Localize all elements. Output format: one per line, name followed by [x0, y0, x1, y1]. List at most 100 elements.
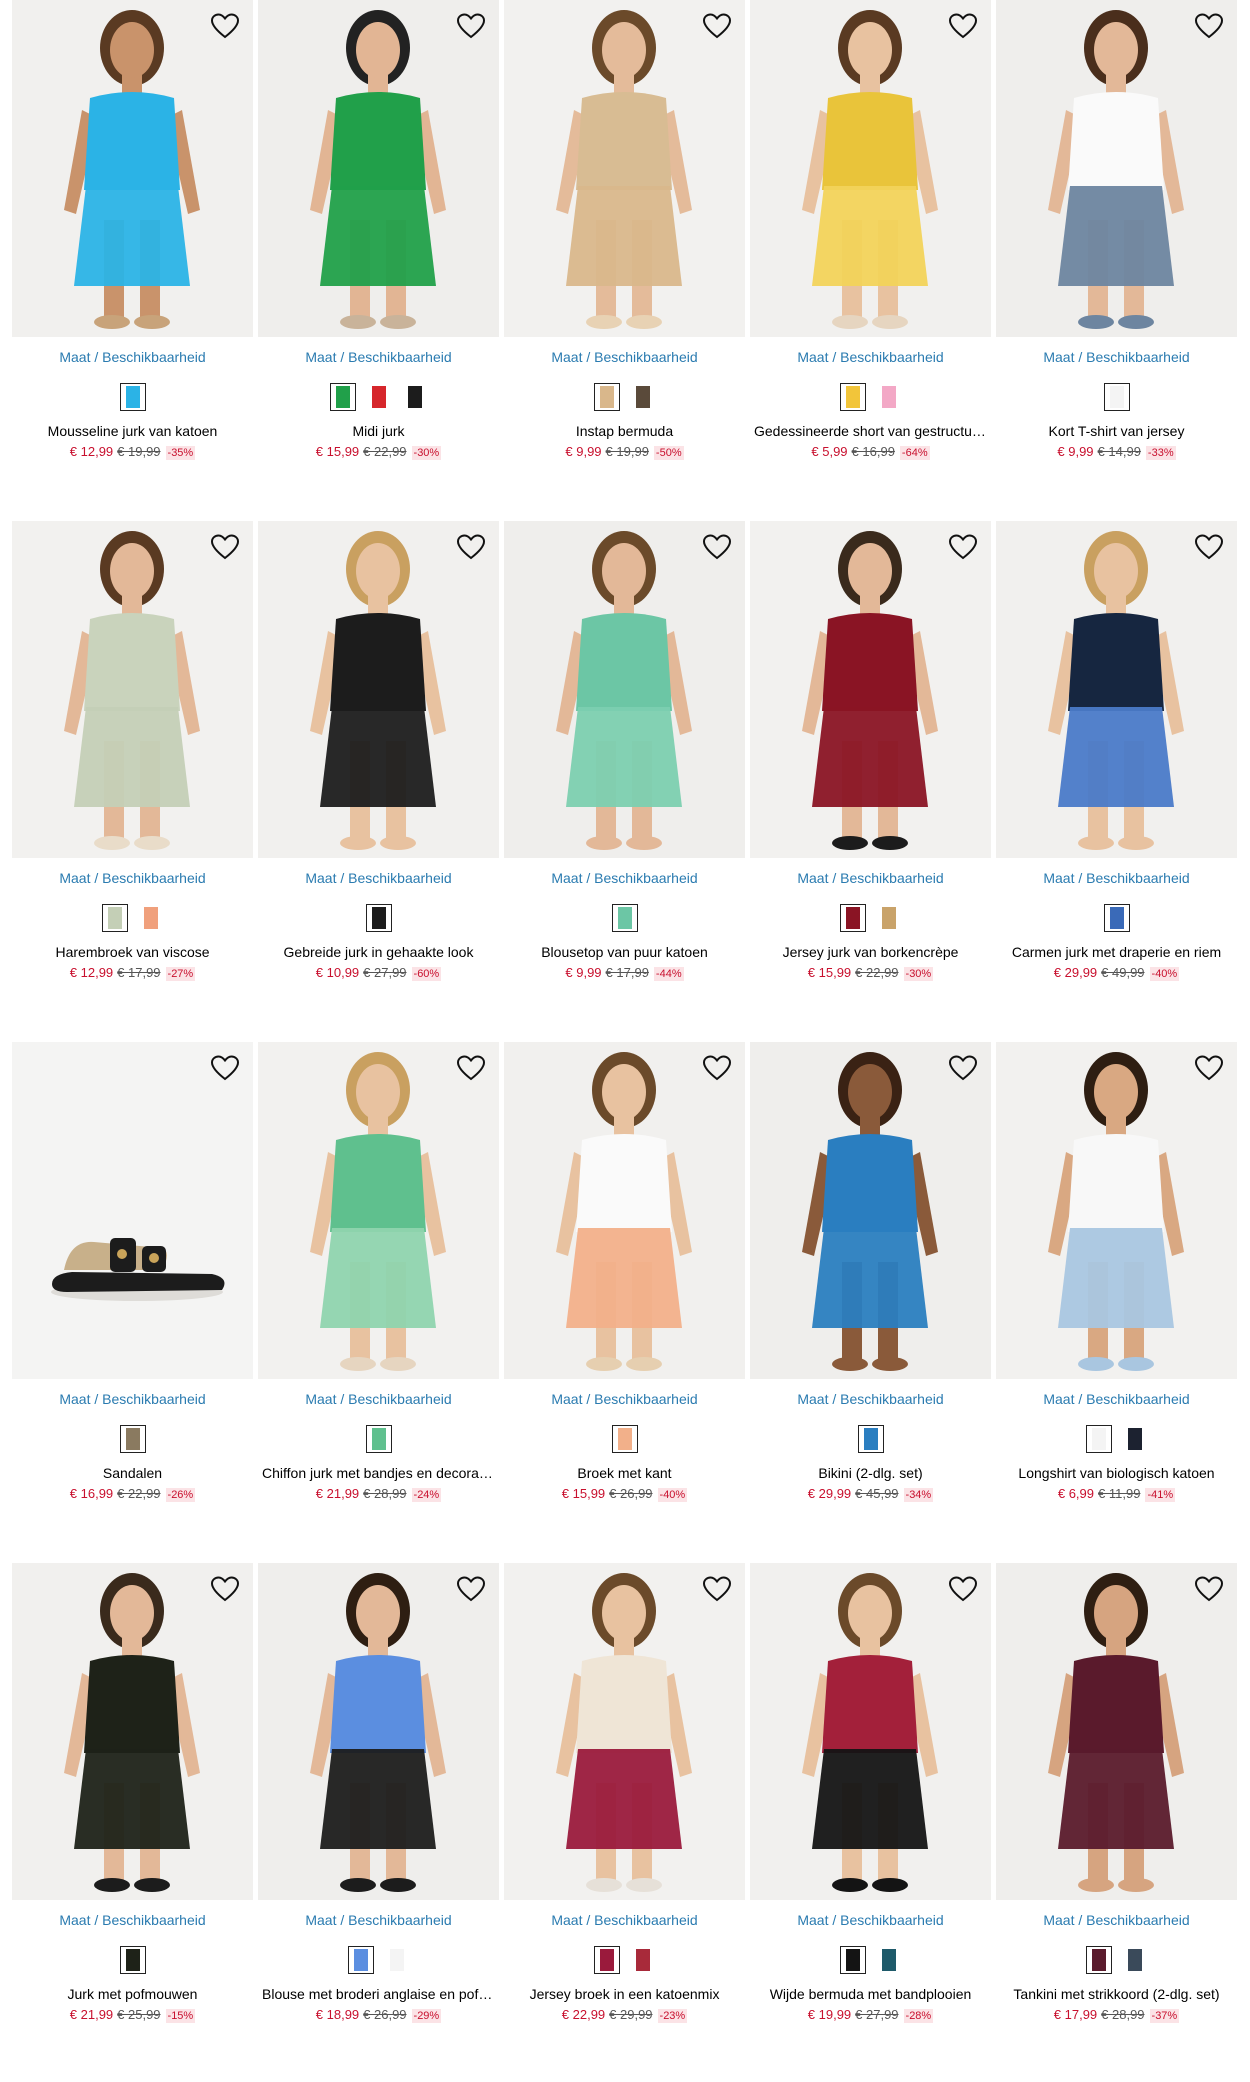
size-availability-link[interactable]: Maat / Beschikbaarheid [504, 1391, 745, 1409]
product-image[interactable] [996, 1563, 1237, 1900]
product-image-container[interactable] [258, 0, 499, 337]
product-image[interactable] [750, 0, 991, 337]
product-image-container[interactable] [996, 521, 1237, 858]
color-swatch[interactable] [119, 383, 146, 411]
product-image[interactable] [504, 0, 745, 337]
product-image-container[interactable] [750, 1042, 991, 1379]
heart-icon[interactable] [947, 531, 979, 563]
product-name[interactable]: Bikini (2-dlg. set) [750, 1465, 991, 1483]
size-availability-link[interactable]: Maat / Beschikbaarheid [12, 1912, 253, 1930]
product-name[interactable]: Jurk met pofmouwen [12, 1986, 253, 2004]
product-name[interactable]: Chiffon jurk met bandjes en decoratieve [258, 1465, 499, 1483]
product-image[interactable] [750, 1563, 991, 1900]
product-card[interactable]: Maat / Beschikbaarheid Longshirt van biol… [996, 1042, 1237, 1504]
heart-icon[interactable] [455, 531, 487, 563]
product-image-container[interactable] [258, 1563, 499, 1900]
product-name[interactable]: Gedessineerde short van gestructureerd [750, 423, 991, 441]
color-swatch[interactable] [138, 904, 164, 932]
product-card[interactable]: Maat / Beschikbaarheid Gebreide jurk in g… [258, 521, 499, 983]
product-card[interactable]: Maat / Beschikbaarheid Broek met kant € 15… [504, 1042, 745, 1504]
heart-icon[interactable] [947, 10, 979, 42]
product-image-container[interactable] [12, 1563, 253, 1900]
product-name[interactable]: Mousseline jurk van katoen [12, 423, 253, 441]
product-image[interactable] [12, 1563, 253, 1900]
product-image-container[interactable] [504, 521, 745, 858]
heart-icon[interactable] [209, 1052, 241, 1084]
product-card[interactable]: Maat / Beschikbaarheid Blouse met broderi… [258, 1563, 499, 2025]
product-name[interactable]: Sandalen [12, 1465, 253, 1483]
product-card[interactable]: Maat / Beschikbaarheid Jersey broek in ee… [504, 1563, 745, 2025]
product-image-container[interactable] [750, 521, 991, 858]
product-image[interactable] [258, 1563, 499, 1900]
product-name[interactable]: Jersey broek in een katoenmix [504, 1986, 745, 2004]
size-availability-link[interactable]: Maat / Beschikbaarheid [258, 1391, 499, 1409]
product-image[interactable] [504, 1563, 745, 1900]
color-swatch[interactable] [1085, 1425, 1112, 1453]
color-swatch[interactable] [857, 1425, 884, 1453]
color-swatch[interactable] [402, 383, 428, 411]
size-availability-link[interactable]: Maat / Beschikbaarheid [258, 1912, 499, 1930]
product-image[interactable] [504, 521, 745, 858]
heart-icon[interactable] [701, 10, 733, 42]
size-availability-link[interactable]: Maat / Beschikbaarheid [750, 1912, 991, 1930]
product-image[interactable] [12, 0, 253, 337]
product-image[interactable] [996, 521, 1237, 858]
color-swatch[interactable] [101, 904, 128, 932]
color-swatch[interactable] [329, 383, 356, 411]
product-image-container[interactable] [12, 0, 253, 337]
product-image-container[interactable] [504, 1563, 745, 1900]
product-image[interactable] [12, 1042, 253, 1379]
product-card[interactable]: Maat / Beschikbaarheid Instap bermuda € 9,… [504, 0, 745, 462]
color-swatch[interactable] [1085, 1946, 1112, 1974]
product-card[interactable]: Maat / Beschikbaarheid Kort T-shirt van j… [996, 0, 1237, 462]
size-availability-link[interactable]: Maat / Beschikbaarheid [12, 870, 253, 888]
product-image[interactable] [996, 0, 1237, 337]
product-card[interactable]: Maat / Beschikbaarheid Sandalen € 16,99 € 2… [12, 1042, 253, 1504]
product-card[interactable]: Maat / Beschikbaarheid Gedessineerde shor… [750, 0, 991, 462]
product-image-container[interactable] [12, 521, 253, 858]
product-name[interactable]: Harembroek van viscose [12, 944, 253, 962]
product-image-container[interactable] [750, 0, 991, 337]
product-name[interactable]: Midi jurk [258, 423, 499, 441]
product-image[interactable] [996, 1042, 1237, 1379]
heart-icon[interactable] [947, 1052, 979, 1084]
product-card[interactable]: Maat / Beschikbaarheid Jurk met pofmouwen… [12, 1563, 253, 2025]
heart-icon[interactable] [947, 1573, 979, 1605]
product-name[interactable]: Carmen jurk met draperie en riem [996, 944, 1237, 962]
size-availability-link[interactable]: Maat / Beschikbaarheid [996, 870, 1237, 888]
product-card[interactable]: Maat / Beschikbaarheid Harembroek van vis… [12, 521, 253, 983]
color-swatch[interactable] [611, 1425, 638, 1453]
product-image-container[interactable] [504, 1042, 745, 1379]
product-image-container[interactable] [258, 521, 499, 858]
size-availability-link[interactable]: Maat / Beschikbaarheid [504, 1912, 745, 1930]
product-card[interactable]: Maat / Beschikbaarheid Bikini (2-dlg. set… [750, 1042, 991, 1504]
color-swatch[interactable] [593, 1946, 620, 1974]
product-card[interactable]: Maat / Beschikbaarheid Midi jurk € 15,99 € … [258, 0, 499, 462]
color-swatch[interactable] [876, 383, 902, 411]
size-availability-link[interactable]: Maat / Beschikbaarheid [504, 870, 745, 888]
product-image[interactable] [258, 521, 499, 858]
color-swatch[interactable] [365, 904, 392, 932]
heart-icon[interactable] [455, 1052, 487, 1084]
product-image[interactable] [258, 0, 499, 337]
product-image-container[interactable] [12, 1042, 253, 1379]
heart-icon[interactable] [455, 1573, 487, 1605]
color-swatch[interactable] [347, 1946, 374, 1974]
product-image-container[interactable] [996, 1042, 1237, 1379]
heart-icon[interactable] [455, 10, 487, 42]
color-swatch[interactable] [1103, 904, 1130, 932]
heart-icon[interactable] [209, 531, 241, 563]
color-swatch[interactable] [611, 904, 638, 932]
color-swatch[interactable] [839, 904, 866, 932]
size-availability-link[interactable]: Maat / Beschikbaarheid [12, 1391, 253, 1409]
product-name[interactable]: Tankini met strikkoord (2-dlg. set) [996, 1986, 1237, 2004]
product-name[interactable]: Kort T-shirt van jersey [996, 423, 1237, 441]
heart-icon[interactable] [1193, 531, 1225, 563]
product-image-container[interactable] [258, 1042, 499, 1379]
size-availability-link[interactable]: Maat / Beschikbaarheid [12, 349, 253, 367]
color-swatch[interactable] [384, 1946, 410, 1974]
size-availability-link[interactable]: Maat / Beschikbaarheid [750, 1391, 991, 1409]
product-card[interactable]: Maat / Beschikbaarheid Wijde bermuda met … [750, 1563, 991, 2025]
heart-icon[interactable] [209, 10, 241, 42]
product-image-container[interactable] [504, 0, 745, 337]
